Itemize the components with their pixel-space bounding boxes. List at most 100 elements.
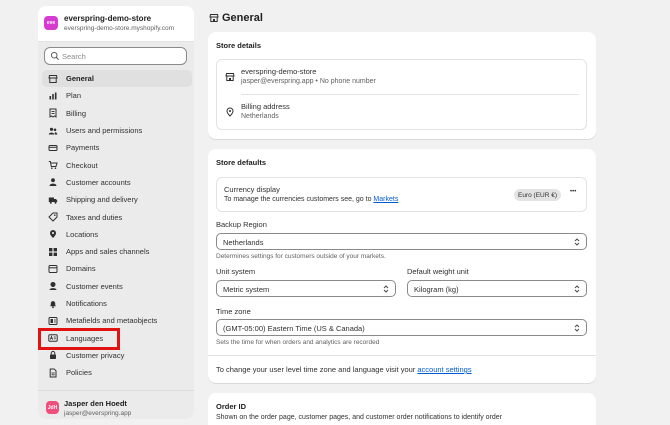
payments-icon [48,143,58,153]
sidebar-item-apps-and-sales-channels[interactable]: Apps and sales channels [42,243,192,260]
chevron-updown-icon [383,285,389,293]
sidebar-item-customer-events[interactable]: Customer events [42,278,192,295]
sidebar-item-label: Plan [66,91,82,101]
store-defaults-title: Store defaults [216,158,267,167]
search-input[interactable]: Search [44,47,187,65]
store-details-card: Store details everspring-demo-store jasp… [208,32,596,139]
globe-icon [48,264,58,274]
account-note-text: To change your user level time zone and … [216,365,418,374]
more-actions-button[interactable]: ••• [570,189,576,195]
sidebar-item-label: Locations [66,229,99,239]
backup-region-select[interactable]: Netherlands [216,233,587,250]
settings-sidebar: eve everspring-demo-store everspring-dem… [38,6,194,419]
order-id-title: Order ID [216,402,247,411]
currency-badge: Euro (EUR €) [514,189,562,201]
truck-icon [48,195,58,205]
sidebar-item-shipping-and-delivery[interactable]: Shipping and delivery [42,191,192,208]
weight-unit-value: Kilogram (kg) [414,284,459,294]
sidebar-item-label: Taxes and duties [66,212,123,222]
currency-display-desc: To manage the currencies customers see, … [224,196,398,203]
time-zone-value: (GMT-05:00) Eastern Time (US & Canada) [223,323,365,333]
unit-system-select[interactable]: Metric system [216,280,396,297]
apps-icon [48,247,58,257]
billing-address-value: Netherlands [241,113,279,120]
sidebar-item-domains[interactable]: Domains [42,260,192,277]
sidebar-item-label: Customer privacy [66,350,125,360]
events-icon [48,281,58,291]
chevron-updown-icon [574,238,580,246]
store-details-box[interactable]: everspring-demo-store jasper@everspring.… [216,59,587,130]
unit-system-label: Unit system [216,267,256,276]
sidebar-item-label: Users and permissions [66,126,143,136]
sidebar-item-customer-privacy[interactable]: Customer privacy [42,347,192,364]
defaults-divider [208,355,596,356]
markets-link[interactable]: Markets [373,196,398,203]
sidebar-item-label: Billing [66,108,87,118]
backup-region-help: Determines settings for customers outsid… [216,253,386,260]
location-icon [48,229,58,239]
weight-unit-label: Default weight unit [407,267,469,276]
store-name-value: everspring-demo-store [241,67,317,76]
tax-icon [48,212,58,222]
user-account[interactable]: JdH Jasper den Hoedt jasper@everspring.a… [38,390,194,424]
store-contact-value: jasper@everspring.app • No phone number [241,78,376,85]
sidebar-item-payments[interactable]: Payments [42,139,192,156]
policy-icon [48,368,58,378]
sidebar-item-label: Payments [66,143,100,153]
store-icon [48,74,58,84]
users-icon [48,126,58,136]
settings-nav: General Plan Billing Users and permissions P… [42,70,192,381]
languages-icon [48,333,58,343]
backup-region-label: Backup Region [216,220,267,229]
chart-icon [48,91,58,101]
sidebar-item-label: Languages [66,333,104,343]
sidebar-item-label: Notifications [66,299,107,308]
sidebar-item-label: Customer events [66,281,123,291]
sidebar-item-label: General [66,74,94,84]
store-avatar: eve [44,16,58,30]
account-settings-link[interactable]: account settings [417,365,471,374]
sidebar-item-languages[interactable]: Languages [42,329,192,346]
store-name: everspring-demo-store [64,14,152,23]
sidebar-item-policies[interactable]: Policies [42,364,192,381]
sidebar-item-taxes-and-duties[interactable]: Taxes and duties [42,208,192,225]
receipt-icon [48,108,58,119]
page-title-text: General [222,12,263,24]
store-header[interactable]: eve everspring-demo-store everspring-dem… [38,6,194,42]
details-divider [241,94,579,95]
store-defaults-card: Store defaults Currency display To manag… [208,149,596,383]
user-avatar: JdH [46,401,59,414]
lock-icon [48,350,58,360]
time-zone-select[interactable]: (GMT-05:00) Eastern Time (US & Canada) [216,319,587,336]
sidebar-item-label: Shipping and delivery [66,195,138,205]
cart-icon [48,160,58,170]
sidebar-item-metafields-and-metaobjects[interactable]: Metafields and metaobjects [42,312,192,329]
sidebar-item-users-and-permissions[interactable]: Users and permissions [42,122,192,139]
sidebar-item-general[interactable]: General [42,70,192,88]
currency-display-box: Currency display To manage the currencie… [216,177,587,212]
sidebar-item-label: Metafields and metaobjects [66,316,158,326]
account-settings-note: To change your user level time zone and … [216,365,472,374]
sidebar-item-label: Customer accounts [66,177,131,187]
store-url: everspring-demo-store.myshopify.com [64,25,175,32]
unit-system-value: Metric system [223,284,270,294]
billing-address-label: Billing address [241,102,290,111]
sidebar-item-plan[interactable]: Plan [42,87,192,104]
order-id-card: Order ID Shown on the order page, custom… [208,393,596,425]
search-icon [50,51,59,60]
search-placeholder: Search [62,52,86,61]
backup-region-value: Netherlands [223,237,264,247]
sidebar-item-locations[interactable]: Locations [42,226,192,243]
sidebar-item-label: Apps and sales channels [66,247,150,257]
sidebar-item-customer-accounts[interactable]: Customer accounts [42,174,192,191]
chevron-updown-icon [574,285,580,293]
order-id-desc: Shown on the order page, customer pages,… [216,414,502,421]
weight-unit-select[interactable]: Kilogram (kg) [407,280,587,297]
chevron-updown-icon [574,324,580,332]
sidebar-item-billing[interactable]: Billing [42,105,192,122]
person-icon [48,177,58,187]
sidebar-item-checkout[interactable]: Checkout [42,156,192,173]
location-icon [226,107,234,117]
sidebar-item-notifications[interactable]: Notifications [42,295,192,312]
metafields-icon [48,316,58,326]
